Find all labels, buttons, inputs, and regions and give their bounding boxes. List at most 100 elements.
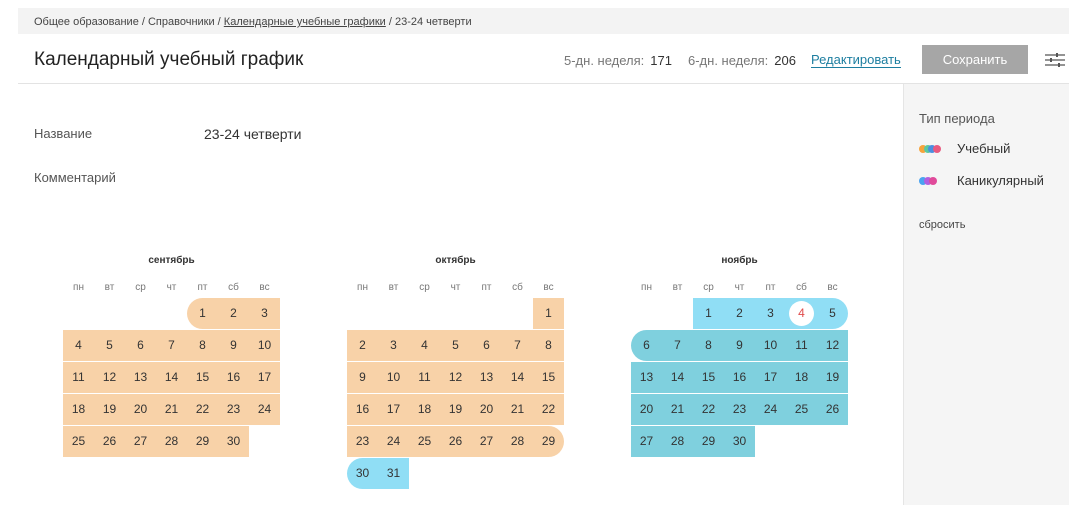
day-cell[interactable]: 15 xyxy=(533,362,564,393)
day-cell[interactable]: 16 xyxy=(218,362,249,393)
day-cell[interactable]: 31 xyxy=(378,458,409,489)
day-cell[interactable]: 30 xyxy=(724,426,755,457)
day-cell-today[interactable]: 4 xyxy=(786,298,817,329)
day-cell[interactable]: 2 xyxy=(347,330,378,361)
day-cell[interactable]: 25 xyxy=(786,394,817,425)
day-cell[interactable]: 20 xyxy=(631,394,662,425)
day-cell[interactable]: 13 xyxy=(471,362,502,393)
day-cell[interactable]: 24 xyxy=(378,426,409,457)
day-cell[interactable]: 19 xyxy=(440,394,471,425)
day-cell[interactable]: 12 xyxy=(440,362,471,393)
day-cell[interactable]: 19 xyxy=(94,394,125,425)
day-cell[interactable]: 8 xyxy=(187,330,218,361)
day-cell[interactable]: 17 xyxy=(378,394,409,425)
day-cell[interactable]: 29 xyxy=(693,426,724,457)
day-cell[interactable]: 4 xyxy=(63,330,94,361)
day-cell[interactable]: 29 xyxy=(533,426,564,457)
day-cell[interactable]: 1 xyxy=(187,298,218,329)
day-cell[interactable]: 20 xyxy=(471,394,502,425)
day-cell[interactable]: 15 xyxy=(693,362,724,393)
day-cell[interactable]: 23 xyxy=(724,394,755,425)
day-cell[interactable]: 21 xyxy=(156,394,187,425)
day-cell[interactable]: 20 xyxy=(125,394,156,425)
day-cell[interactable]: 7 xyxy=(156,330,187,361)
day-cell[interactable]: 22 xyxy=(187,394,218,425)
legend-holiday[interactable]: Каникулярный xyxy=(919,173,1044,188)
day-cell[interactable]: 12 xyxy=(817,330,848,361)
day-cell[interactable]: 29 xyxy=(187,426,218,457)
day-cell[interactable]: 30 xyxy=(218,426,249,457)
day-cell[interactable]: 12 xyxy=(94,362,125,393)
day-cell[interactable]: 10 xyxy=(378,362,409,393)
day-cell[interactable]: 2 xyxy=(218,298,249,329)
day-cell[interactable]: 7 xyxy=(662,330,693,361)
day-cell[interactable]: 1 xyxy=(693,298,724,329)
day-cell[interactable]: 28 xyxy=(502,426,533,457)
day-cell[interactable]: 14 xyxy=(502,362,533,393)
day-cell[interactable]: 16 xyxy=(347,394,378,425)
day-cell[interactable]: 18 xyxy=(409,394,440,425)
day-cell[interactable]: 3 xyxy=(378,330,409,361)
day-cell[interactable]: 1 xyxy=(533,298,564,329)
day-cell[interactable]: 11 xyxy=(786,330,817,361)
sliders-icon[interactable] xyxy=(1045,52,1065,68)
reset-link[interactable]: сбросить xyxy=(919,219,965,231)
day-cell[interactable]: 24 xyxy=(755,394,786,425)
day-cell[interactable]: 28 xyxy=(156,426,187,457)
day-cell[interactable]: 18 xyxy=(786,362,817,393)
day-cell[interactable]: 25 xyxy=(63,426,94,457)
day-cell[interactable]: 11 xyxy=(409,362,440,393)
day-cell[interactable]: 6 xyxy=(125,330,156,361)
breadcrumb-link-schedules[interactable]: Календарные учебные графики xyxy=(224,16,386,28)
day-cell[interactable]: 30 xyxy=(347,458,378,489)
day-cell[interactable]: 17 xyxy=(755,362,786,393)
day-cell[interactable]: 5 xyxy=(440,330,471,361)
day-cell[interactable]: 13 xyxy=(125,362,156,393)
edit-link[interactable]: Редактировать xyxy=(811,53,901,68)
day-cell[interactable]: 28 xyxy=(662,426,693,457)
day-cell[interactable]: 21 xyxy=(502,394,533,425)
day-cell[interactable]: 27 xyxy=(471,426,502,457)
day-cell[interactable]: 3 xyxy=(249,298,280,329)
day-number: 25 xyxy=(71,434,86,448)
save-button[interactable]: Сохранить xyxy=(922,45,1028,74)
day-cell[interactable]: 8 xyxy=(533,330,564,361)
day-cell[interactable]: 23 xyxy=(347,426,378,457)
day-cell[interactable]: 6 xyxy=(471,330,502,361)
day-cell[interactable]: 19 xyxy=(817,362,848,393)
day-cell[interactable]: 7 xyxy=(502,330,533,361)
day-cell[interactable]: 24 xyxy=(249,394,280,425)
day-cell[interactable]: 26 xyxy=(440,426,471,457)
day-cell[interactable]: 23 xyxy=(218,394,249,425)
day-cell[interactable]: 9 xyxy=(347,362,378,393)
day-cell[interactable]: 10 xyxy=(755,330,786,361)
day-cell[interactable]: 15 xyxy=(187,362,218,393)
day-cell[interactable]: 22 xyxy=(693,394,724,425)
day-cell[interactable]: 21 xyxy=(662,394,693,425)
day-cell[interactable]: 22 xyxy=(533,394,564,425)
day-cell[interactable]: 2 xyxy=(724,298,755,329)
day-cell[interactable]: 27 xyxy=(125,426,156,457)
day-cell[interactable]: 3 xyxy=(755,298,786,329)
day-cell[interactable]: 5 xyxy=(94,330,125,361)
day-cell[interactable]: 25 xyxy=(409,426,440,457)
day-cell[interactable]: 14 xyxy=(156,362,187,393)
day-cell[interactable]: 16 xyxy=(724,362,755,393)
day-number: 14 xyxy=(670,370,685,384)
day-cell[interactable]: 9 xyxy=(218,330,249,361)
day-cell[interactable]: 26 xyxy=(94,426,125,457)
day-cell[interactable]: 8 xyxy=(693,330,724,361)
day-cell[interactable]: 6 xyxy=(631,330,662,361)
day-cell[interactable]: 26 xyxy=(817,394,848,425)
day-cell[interactable]: 14 xyxy=(662,362,693,393)
day-cell[interactable]: 17 xyxy=(249,362,280,393)
day-cell[interactable]: 5 xyxy=(817,298,848,329)
day-cell[interactable]: 4 xyxy=(409,330,440,361)
day-cell[interactable]: 13 xyxy=(631,362,662,393)
day-cell[interactable]: 18 xyxy=(63,394,94,425)
day-cell[interactable]: 27 xyxy=(631,426,662,457)
day-cell[interactable]: 11 xyxy=(63,362,94,393)
legend-study[interactable]: Учебный xyxy=(919,141,1010,156)
day-cell[interactable]: 9 xyxy=(724,330,755,361)
day-cell[interactable]: 10 xyxy=(249,330,280,361)
